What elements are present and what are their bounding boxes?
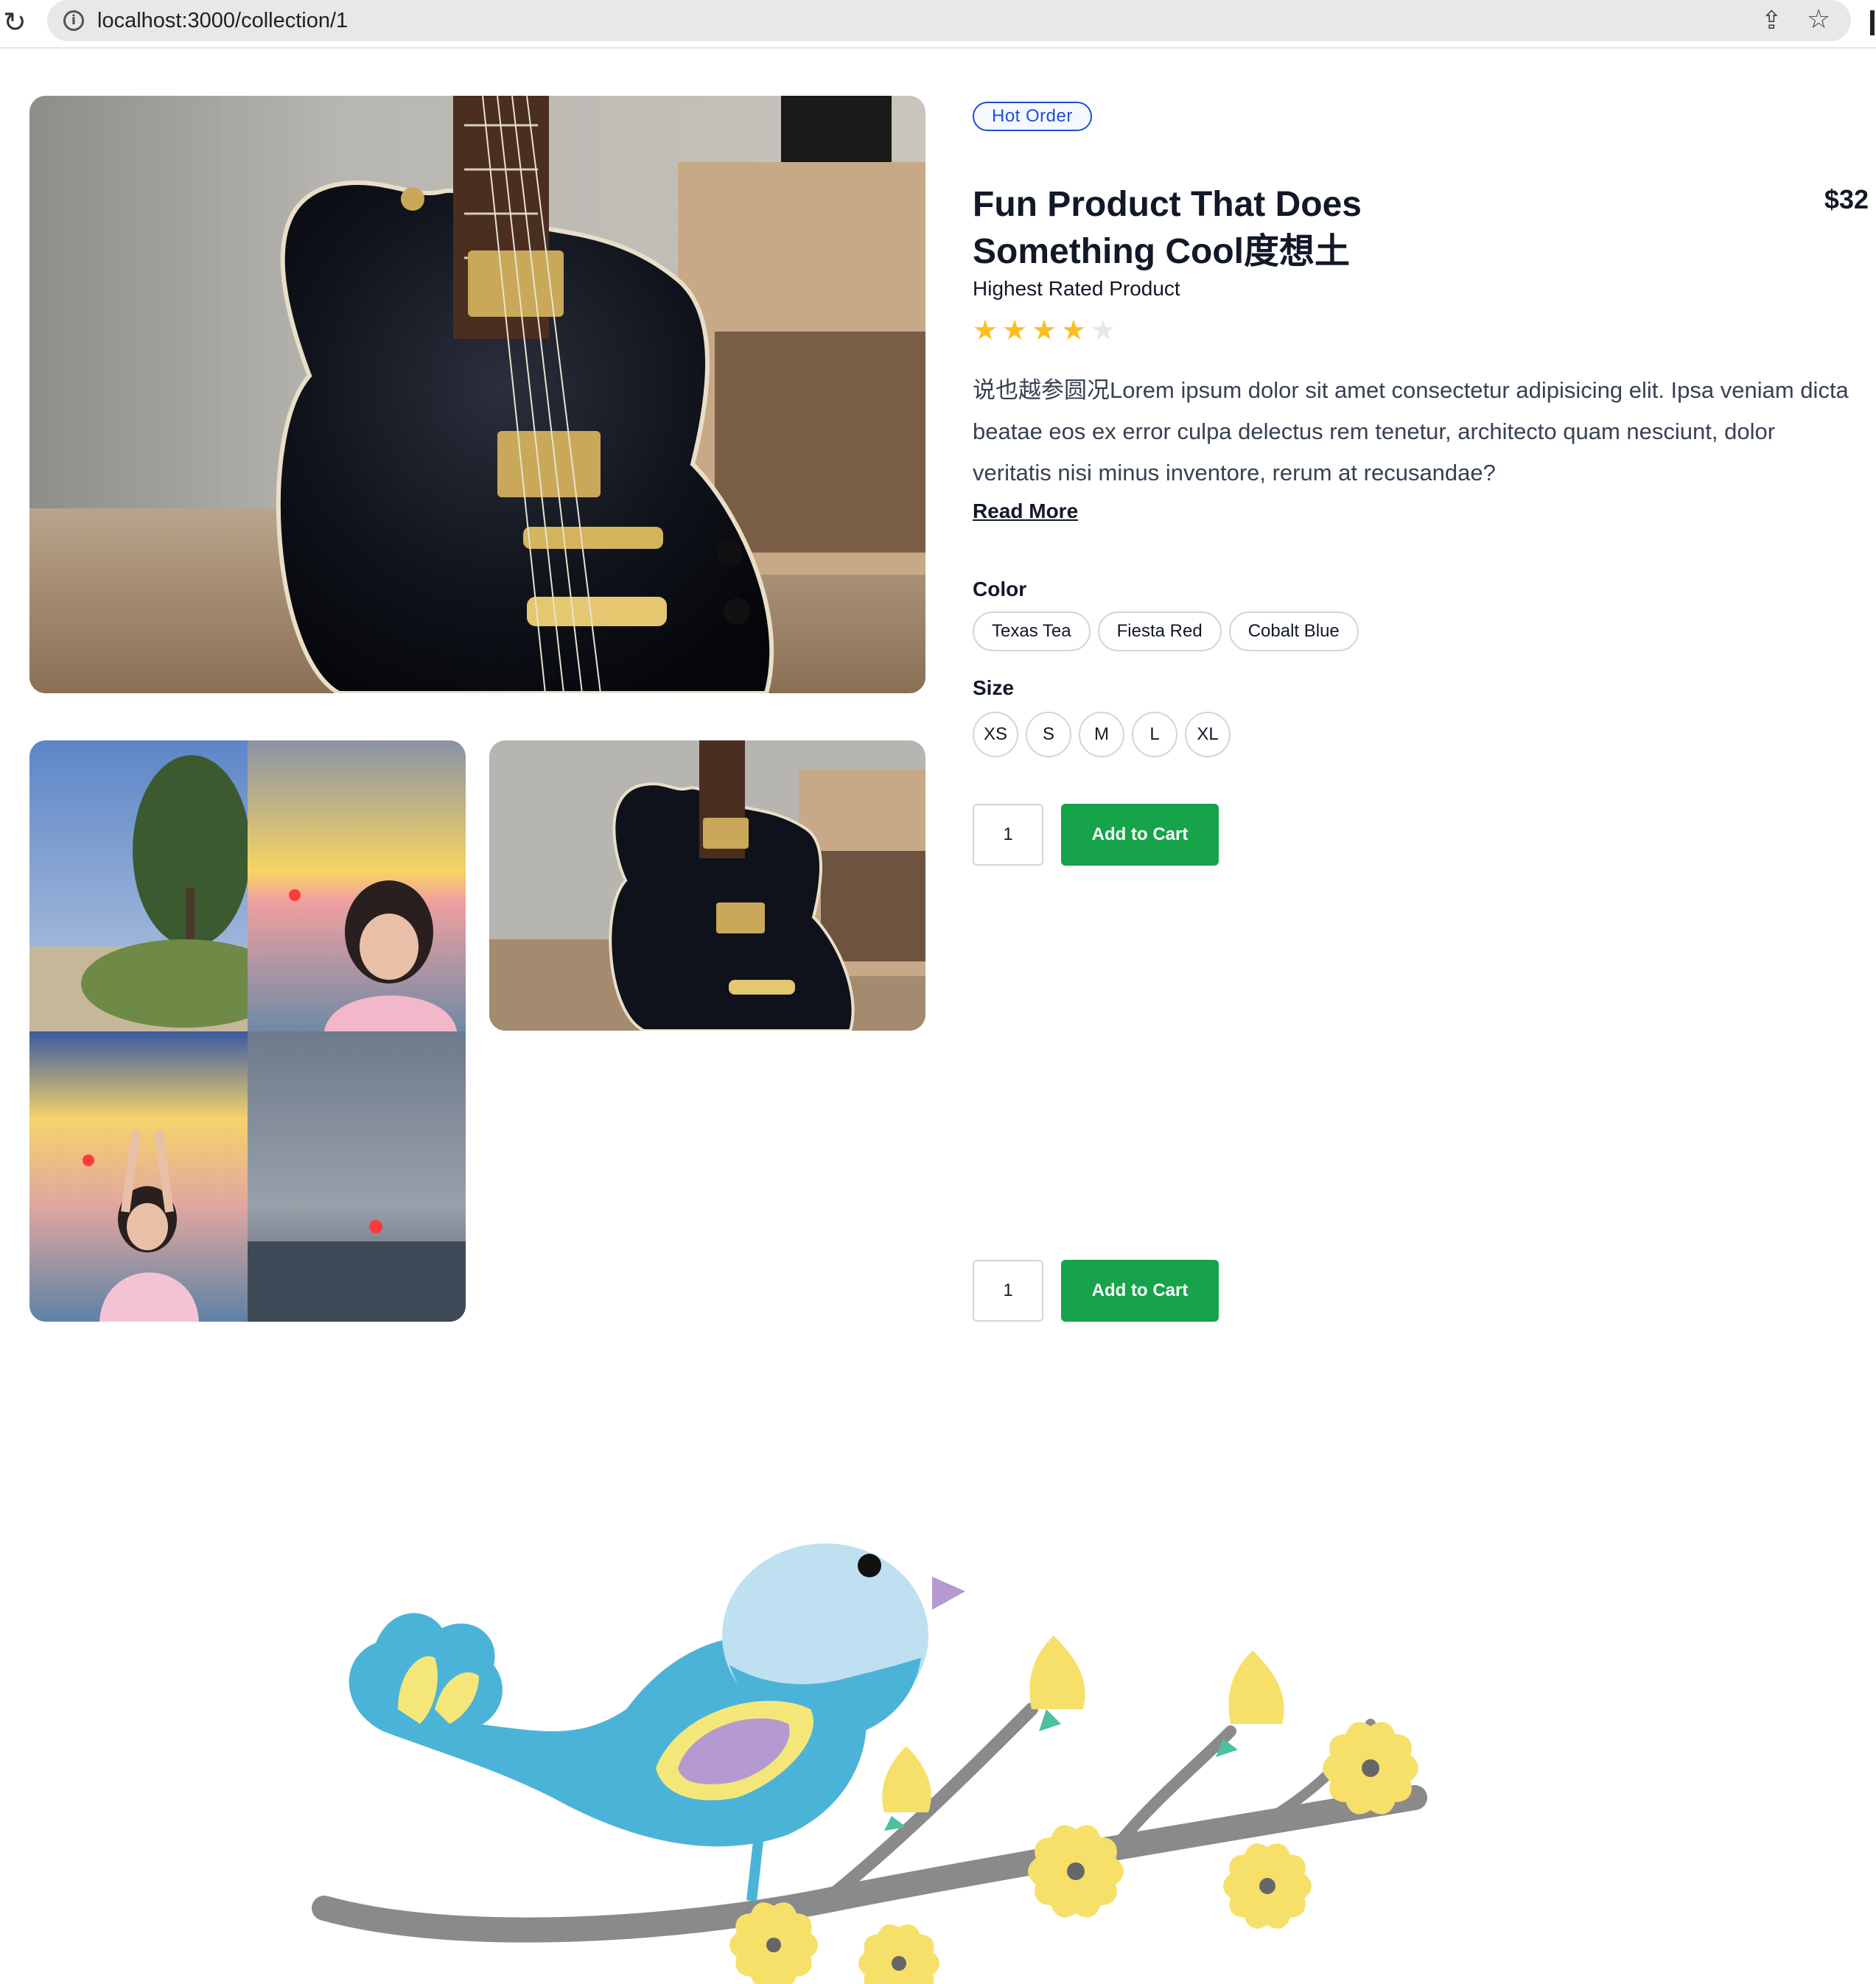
product-price: $32 [1824, 184, 1869, 214]
share-icon[interactable]: ⇪ [1761, 6, 1782, 35]
read-more-link[interactable]: Read More [973, 499, 1078, 523]
add-to-cart-button[interactable]: Add to Cart [1061, 804, 1219, 866]
size-options: XS S M L XL [973, 712, 1231, 757]
product-title: Fun Product That Does Something Cool度想土 [973, 185, 1362, 271]
color-option-texas-tea[interactable]: Texas Tea [973, 611, 1091, 651]
product-subtitle: Highest Rated Product [973, 277, 1180, 300]
star-empty-icon: ★ [1091, 314, 1116, 346]
site-info-icon[interactable]: i [63, 10, 84, 31]
address-bar[interactable]: i localhost:3000/collection/1 ⇪ ☆ [47, 0, 1851, 41]
star-filled-icon: ★ [1002, 314, 1028, 346]
star-filled-icon: ★ [973, 314, 998, 346]
browser-toolbar: ↻ i localhost:3000/collection/1 ⇪ ☆ [0, 0, 1876, 49]
size-label: Size [973, 676, 1015, 699]
bookmark-star-icon[interactable]: ☆ [1807, 4, 1830, 35]
reload-icon[interactable]: ↻ [3, 7, 32, 37]
color-options: Texas Tea Fiesta Red Cobalt Blue [973, 611, 1359, 651]
product-collage-image[interactable] [29, 740, 466, 1322]
quantity-input[interactable]: 1 [973, 804, 1043, 866]
color-option-fiesta-red[interactable]: Fiesta Red [1097, 611, 1222, 651]
rating-stars: ★ ★ ★ ★ ★ [973, 314, 1120, 346]
url-text[interactable]: localhost:3000/collection/1 [97, 7, 348, 34]
star-filled-icon: ★ [1032, 314, 1057, 346]
product-description: 说也越参圆况Lorem ipsum dolor sit amet consect… [973, 377, 1849, 486]
quantity-input-secondary[interactable]: 1 [973, 1260, 1043, 1322]
size-option-s[interactable]: S [1026, 712, 1071, 757]
window-edge [1870, 10, 1875, 35]
add-to-cart-button-secondary[interactable]: Add to Cart [1061, 1260, 1219, 1322]
product-thumbnail-image[interactable] [489, 740, 925, 1031]
bird-illustration [309, 1488, 1577, 1984]
hot-order-badge: Hot Order [973, 102, 1092, 131]
color-option-cobalt-blue[interactable]: Cobalt Blue [1228, 611, 1359, 651]
star-filled-icon: ★ [1061, 314, 1087, 346]
size-option-xl[interactable]: XL [1185, 712, 1231, 757]
size-option-m[interactable]: M [1079, 712, 1124, 757]
product-main-image[interactable] [29, 96, 925, 693]
color-label: Color [973, 578, 1027, 600]
size-option-xs[interactable]: XS [973, 712, 1018, 757]
size-option-l[interactable]: L [1132, 712, 1177, 757]
